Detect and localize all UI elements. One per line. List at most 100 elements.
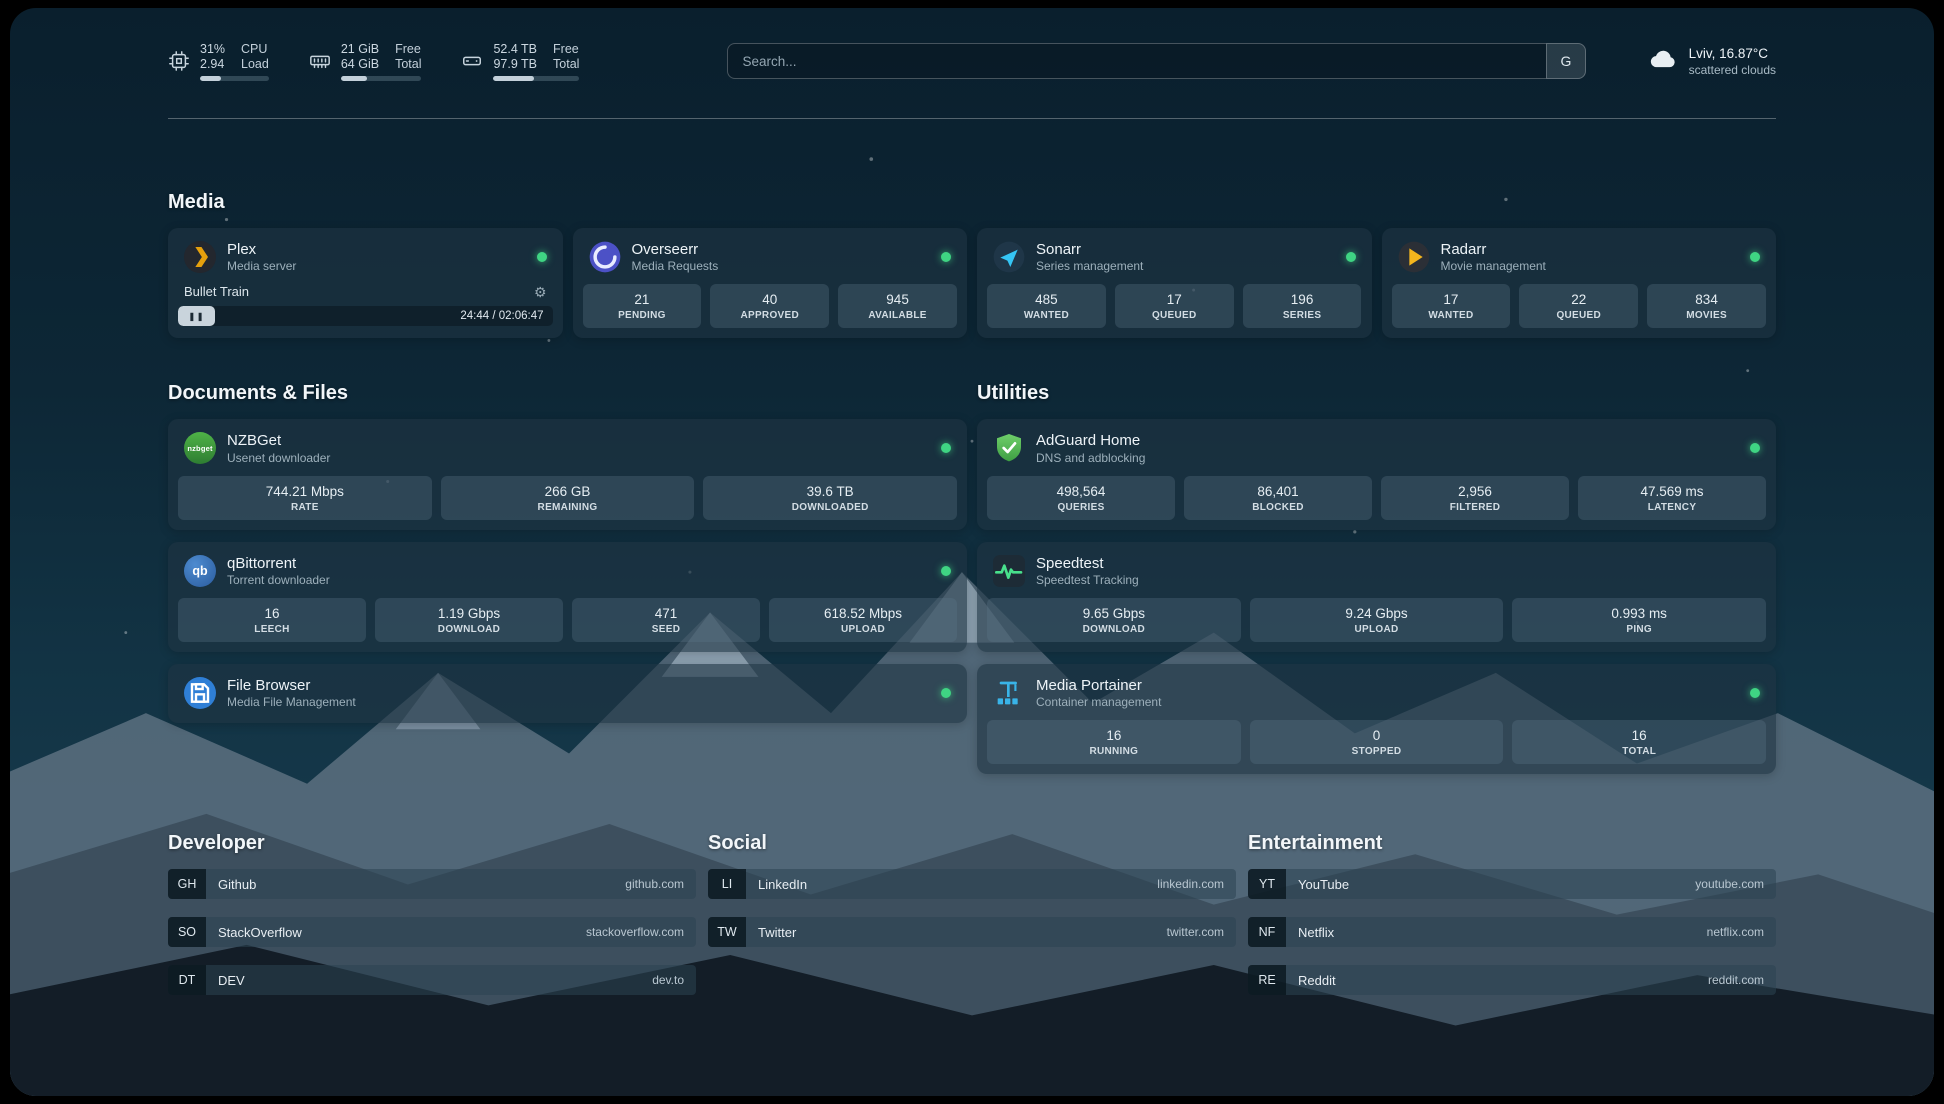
pause-icon[interactable]: ❚❚	[189, 312, 205, 321]
service-name: Speedtest	[1036, 555, 1139, 572]
disk-icon	[461, 50, 483, 72]
memory-icon	[309, 50, 331, 72]
service-card-qbittorrent[interactable]: qb qBittorrent Torrent downloader 16 LEE…	[168, 542, 967, 652]
top-bar: 31% CPU 2.94 Load 21	[168, 38, 1776, 84]
search-input[interactable]	[727, 43, 1546, 79]
bookmark-netflix[interactable]: NF Netflix netflix.com	[1248, 917, 1776, 947]
section-title-developer: Developer	[168, 832, 696, 855]
bookmark-dev[interactable]: DT DEV dev.to	[168, 965, 696, 995]
stat-box: 21 PENDING	[583, 284, 702, 328]
cpu-load-label: Load	[241, 57, 269, 71]
service-card-speedtest[interactable]: Speedtest Speedtest Tracking 9.65 Gbps D…	[977, 542, 1776, 652]
bookmark-linkedin[interactable]: LI LinkedIn linkedin.com	[708, 869, 1236, 899]
now-playing-title: Bullet Train	[184, 284, 249, 299]
cpu-label: CPU	[241, 42, 269, 56]
cpu-widget: 31% CPU 2.94 Load	[168, 42, 269, 81]
service-subtitle: Usenet downloader	[227, 451, 330, 465]
stat-box: 16 RUNNING	[987, 720, 1241, 764]
section-title-entertainment: Entertainment	[1248, 832, 1776, 855]
service-name: AdGuard Home	[1036, 432, 1145, 449]
status-dot	[941, 566, 951, 576]
bookmark-youtube[interactable]: YT YouTube youtube.com	[1248, 869, 1776, 899]
gear-icon[interactable]: ⚙	[534, 285, 547, 299]
service-card-plex[interactable]: Plex Media server Bullet Train ⚙ ❚❚ 24:4	[168, 228, 563, 338]
stat-box: 17 WANTED	[1392, 284, 1511, 328]
bookmark-reddit[interactable]: RE Reddit reddit.com	[1248, 965, 1776, 995]
service-name: Plex	[227, 241, 296, 258]
radarr-icon	[1398, 241, 1430, 273]
search-bar: G	[727, 43, 1586, 79]
stat-box: 17 QUEUED	[1115, 284, 1234, 328]
section-title-documents: Documents & Files	[168, 382, 967, 405]
sonarr-icon	[993, 241, 1025, 273]
memory-total-value: 64 GiB	[341, 57, 379, 71]
bookmark-twitter[interactable]: TW Twitter twitter.com	[708, 917, 1236, 947]
stat-box: 266 GB REMAINING	[441, 476, 695, 520]
stat-box: 834 MOVIES	[1647, 284, 1766, 328]
bookmark-name: Twitter	[746, 925, 796, 940]
service-subtitle: Series management	[1036, 259, 1143, 273]
bookmark-stackoverflow[interactable]: SO StackOverflow stackoverflow.com	[168, 917, 696, 947]
service-card-adguard[interactable]: AdGuard Home DNS and adblocking 498,564 …	[977, 419, 1776, 529]
bookmark-url: youtube.com	[1695, 877, 1776, 891]
bookmark-name: YouTube	[1286, 877, 1349, 892]
section-title-social: Social	[708, 832, 1236, 855]
status-dot	[537, 252, 547, 262]
bookmark-github[interactable]: GH Github github.com	[168, 869, 696, 899]
service-card-overseerr[interactable]: Overseerr Media Requests 21 PENDING 40 A…	[573, 228, 968, 338]
playback-time: 24:44 / 02:06:47	[460, 310, 552, 322]
nzbget-icon: nzbget	[184, 432, 216, 464]
weather-widget: Lviv, 16.87°C scattered clouds	[1616, 44, 1776, 79]
bookmark-url: reddit.com	[1708, 973, 1776, 987]
bookmark-abbr: GH	[168, 869, 206, 899]
service-card-nzbget[interactable]: nzbget NZBGet Usenet downloader 744.21 M…	[168, 419, 967, 529]
stat-box: 22 QUEUED	[1519, 284, 1638, 328]
bookmark-url: linkedin.com	[1157, 877, 1236, 891]
status-dot	[941, 252, 951, 262]
service-card-filebrowser[interactable]: File Browser Media File Management	[168, 664, 967, 723]
dashboard-screen: 31% CPU 2.94 Load 21	[10, 8, 1934, 1096]
stat-box: 196 SERIES	[1243, 284, 1362, 328]
status-dot	[1750, 443, 1760, 453]
bookmark-url: github.com	[625, 877, 696, 891]
stat-box: 40 APPROVED	[710, 284, 829, 328]
stat-box: 0.993 ms PING	[1512, 598, 1766, 642]
bookmark-name: Netflix	[1286, 925, 1334, 940]
bookmark-abbr: DT	[168, 965, 206, 995]
search-provider-button[interactable]: G	[1546, 43, 1586, 79]
service-name: Radarr	[1441, 241, 1546, 258]
stat-box: 744.21 Mbps RATE	[178, 476, 432, 520]
stat-box: 16 TOTAL	[1512, 720, 1766, 764]
disk-progress-bar	[493, 76, 579, 81]
service-subtitle: Media server	[227, 259, 296, 273]
service-card-portainer[interactable]: Media Portainer Container management 16 …	[977, 664, 1776, 774]
bookmark-name: Github	[206, 877, 256, 892]
service-name: qBittorrent	[227, 555, 330, 572]
adguard-icon	[993, 432, 1025, 464]
service-card-sonarr[interactable]: Sonarr Series management 485 WANTED 17 Q…	[977, 228, 1372, 338]
stat-box: 1.19 Gbps DOWNLOAD	[375, 598, 563, 642]
bookmark-abbr: LI	[708, 869, 746, 899]
stat-box: 0 STOPPED	[1250, 720, 1504, 764]
service-card-radarr[interactable]: Radarr Movie management 17 WANTED 22 QUE…	[1382, 228, 1777, 338]
disk-free-label: Free	[553, 42, 579, 56]
disk-total-label: Total	[553, 57, 579, 71]
service-subtitle: Torrent downloader	[227, 573, 330, 587]
status-dot	[941, 443, 951, 453]
speedtest-icon	[993, 555, 1025, 587]
status-dot	[1750, 688, 1760, 698]
stat-box: 618.52 Mbps UPLOAD	[769, 598, 957, 642]
cpu-load-value: 2.94	[200, 57, 225, 71]
service-name: NZBGet	[227, 432, 330, 449]
cpu-progress-bar	[200, 76, 269, 81]
disk-free-value: 52.4 TB	[493, 42, 537, 56]
status-dot	[941, 688, 951, 698]
playback-progress-bar[interactable]: ❚❚ 24:44 / 02:06:47	[178, 306, 553, 326]
service-name: File Browser	[227, 677, 356, 694]
overseerr-icon	[589, 241, 621, 273]
bookmark-group-social: Social LI LinkedIn linkedin.com TW Twitt…	[708, 832, 1236, 1013]
service-subtitle: Movie management	[1441, 259, 1546, 273]
bookmark-name: StackOverflow	[206, 925, 302, 940]
memory-total-label: Total	[395, 57, 421, 71]
stat-box: 47.569 ms LATENCY	[1578, 476, 1766, 520]
